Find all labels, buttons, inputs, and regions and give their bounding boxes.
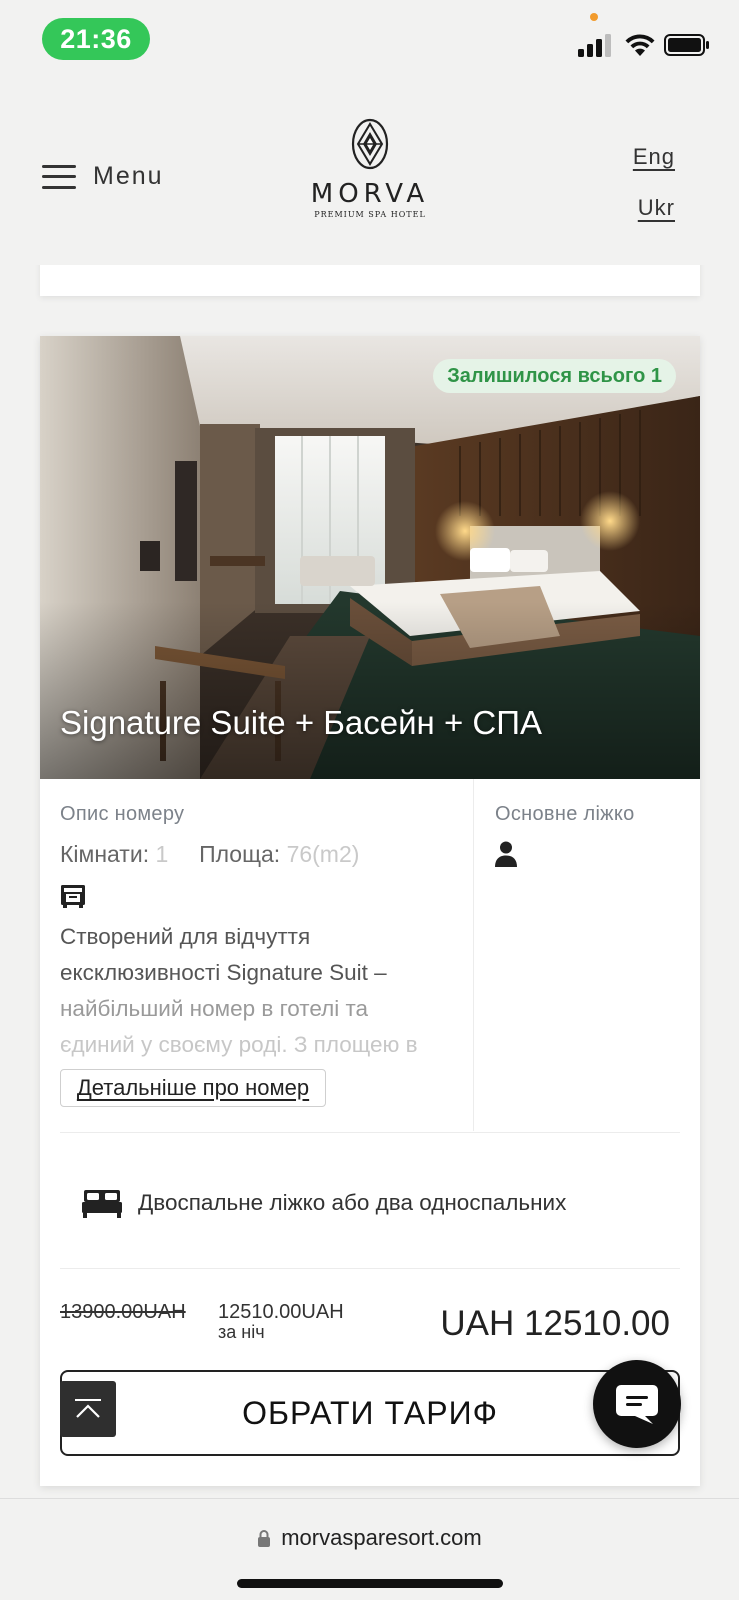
- clock: 21:36: [42, 18, 150, 60]
- hotel-logo[interactable]: MORVA PREMIUM SPA HOTEL: [310, 118, 430, 219]
- url-display[interactable]: morvasparesort.com: [0, 1525, 739, 1551]
- room-card: Залишилося всього 1 Signature Suite + Ба…: [40, 336, 700, 1486]
- room-stats: Кімнати: 1 Площа: 76(m2): [60, 841, 359, 868]
- description-line: найбільший номер в готелі та: [60, 996, 369, 1021]
- logo-tagline: PREMIUM SPA HOTEL: [314, 210, 426, 219]
- description-label: Опис номеру: [60, 803, 185, 825]
- safe-icon: [61, 885, 85, 908]
- availability-badge: Залишилося всього 1: [433, 359, 676, 393]
- signal-icon: [578, 34, 611, 57]
- description-line: Створений для відчуття: [60, 924, 311, 949]
- bed-type-text: Двоспальне ліжко або два односпальних: [138, 1190, 567, 1215]
- chat-button[interactable]: [593, 1360, 681, 1448]
- main-bed-section: Основне ліжко: [474, 779, 700, 1131]
- description-line: ексклюзивності Signature Suit –: [60, 960, 387, 985]
- home-indicator[interactable]: [237, 1579, 503, 1588]
- privacy-indicator: [590, 13, 598, 21]
- hamburger-icon: [42, 164, 76, 189]
- room-description-text: Створений для відчуття ексклюзивності Si…: [60, 919, 460, 1063]
- language-english-link[interactable]: Eng: [633, 144, 675, 170]
- menu-button[interactable]: Menu: [42, 162, 164, 191]
- area-label: Площа:: [199, 841, 281, 867]
- room-title: Signature Suite + Басейн + СПА: [60, 704, 542, 741]
- divider: [60, 1132, 680, 1133]
- main-bed-label: Основне ліжко: [495, 803, 635, 825]
- site-header: Menu MORVA PREMIUM SPA HOTEL Eng Ukr: [0, 80, 739, 265]
- menu-label: Menu: [93, 162, 164, 190]
- rooms-value: 1: [155, 841, 169, 867]
- per-night-label: за ніч: [218, 1322, 265, 1342]
- rooms-label: Кімнати:: [60, 841, 150, 867]
- discounted-price: 12510.00UAH: [218, 1301, 344, 1323]
- scroll-to-top-button[interactable]: [60, 1381, 116, 1437]
- chat-bubble-icon: [616, 1385, 658, 1424]
- old-price: 13900.00UAH: [60, 1301, 186, 1323]
- battery-icon: [664, 34, 709, 56]
- room-description-section: Опис номеру Кімнати: 1 Площа: 76(m2) Ств…: [40, 779, 474, 1131]
- chevron-up-icon: [75, 1399, 101, 1418]
- logo-ornament-icon: [351, 118, 389, 170]
- divider: [60, 1268, 680, 1269]
- wifi-icon: [625, 34, 655, 56]
- browser-address-bar[interactable]: morvasparesort.com: [0, 1498, 739, 1600]
- language-ukrainian-link[interactable]: Ukr: [638, 195, 675, 221]
- total-price: UAH 12510.00: [440, 1304, 670, 1343]
- description-line: єдиний у своєму роді. З площею в: [60, 1032, 418, 1057]
- status-bar: 21:36: [0, 0, 739, 80]
- lock-icon: [258, 1530, 271, 1547]
- room-details-button[interactable]: Детальніше про номер: [60, 1069, 326, 1107]
- area-value: 76(m2): [286, 841, 360, 867]
- bed-type-row: Двоспальне ліжко або два односпальних: [82, 1188, 566, 1218]
- bed-icon: [82, 1190, 122, 1218]
- room-photo[interactable]: Залишилося всього 1 Signature Suite + Ба…: [40, 336, 700, 779]
- logo-wordmark: MORVA: [310, 179, 430, 209]
- person-icon: [495, 841, 517, 867]
- choose-rate-button[interactable]: ОБРАТИ ТАРИФ: [60, 1370, 680, 1456]
- url-text: morvasparesort.com: [281, 1525, 482, 1550]
